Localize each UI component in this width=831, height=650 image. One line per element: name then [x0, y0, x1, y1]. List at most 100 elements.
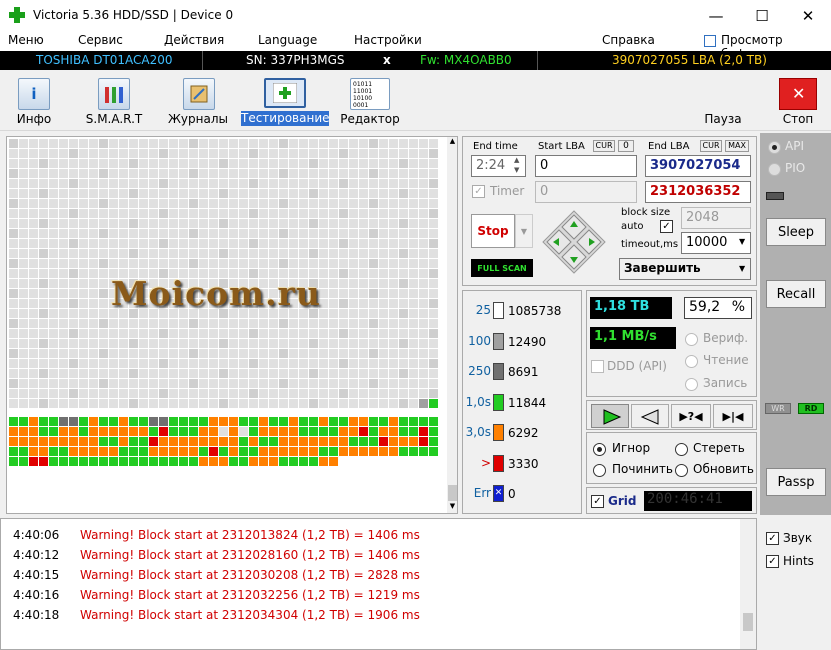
window-title: Victoria 5.36 HDD/SSD | Device 0	[33, 8, 234, 22]
block-size-select[interactable]: 2048	[681, 207, 751, 229]
scan-block	[49, 309, 58, 318]
sound-checkbox[interactable]: ✓	[766, 532, 779, 545]
stop-dropdown-icon[interactable]: ▼	[515, 214, 533, 248]
scan-block	[399, 139, 408, 148]
repair-radio[interactable]	[593, 464, 606, 477]
scan-block	[239, 457, 248, 466]
info-button-label[interactable]: Инфо	[10, 112, 58, 126]
butterfly-button[interactable]: ▶|◀	[713, 404, 753, 428]
read-radio[interactable]	[685, 355, 698, 368]
refresh-radio[interactable]	[675, 464, 688, 477]
journals-icon[interactable]	[183, 78, 215, 110]
scan-block	[89, 437, 98, 446]
smart-button-label[interactable]: S.M.A.R.T	[82, 112, 146, 126]
scan-block	[299, 359, 308, 368]
scan-block	[9, 359, 18, 368]
scan-block	[199, 229, 208, 238]
scan-block	[259, 189, 268, 198]
timer-checkbox[interactable]: ✓	[472, 185, 485, 198]
scan-block	[329, 209, 338, 218]
scan-block	[129, 359, 138, 368]
scan-block	[279, 229, 288, 238]
chevron-down-icon[interactable]: ▼	[739, 264, 745, 273]
recall-button[interactable]: Recall	[766, 280, 826, 308]
scan-block	[79, 239, 88, 248]
sleep-button[interactable]: Sleep	[766, 218, 826, 246]
scan-block	[219, 169, 228, 178]
spin-down-icon[interactable]: ▼	[514, 166, 519, 174]
spin-up-icon[interactable]: ▲	[514, 156, 519, 164]
drive-close-button[interactable]: x	[383, 53, 391, 67]
scan-block	[259, 349, 268, 358]
scan-block	[349, 239, 358, 248]
start-cur-button[interactable]: CUR	[593, 140, 615, 152]
ignore-radio[interactable]	[593, 443, 606, 456]
menu-language[interactable]: Language	[258, 33, 317, 47]
scan-block	[19, 229, 28, 238]
menu-service[interactable]: Сервис	[78, 33, 123, 47]
start-zero-button[interactable]: 0	[618, 140, 634, 152]
log-scrollbar-thumb[interactable]	[743, 613, 753, 631]
end-max-button[interactable]: MAX	[725, 140, 749, 152]
play-forward-button[interactable]	[591, 404, 629, 428]
verify-radio[interactable]	[685, 333, 698, 346]
maximize-button[interactable]: ☐	[739, 0, 785, 31]
scan-block	[99, 379, 108, 388]
start-lba-input[interactable]: 0	[535, 155, 637, 177]
menu-actions[interactable]: Действия	[164, 33, 224, 47]
menu-main[interactable]: Меню	[8, 33, 44, 47]
scan-block	[169, 209, 178, 218]
editor-icon[interactable]: 01011 11001 10100 0001	[350, 78, 390, 110]
scan-block	[199, 179, 208, 188]
stop-scan-button[interactable]: Stop	[471, 214, 515, 248]
write-radio[interactable]	[685, 378, 698, 391]
scan-block	[159, 229, 168, 238]
scan-block	[79, 189, 88, 198]
close-button[interactable]: ✕	[785, 0, 831, 31]
auto-checkbox[interactable]: ✓	[660, 220, 673, 233]
scan-block	[9, 329, 18, 338]
timer-input[interactable]: 0	[535, 181, 637, 203]
stop-icon[interactable]: ✕	[779, 78, 817, 110]
smart-icon[interactable]	[98, 78, 130, 110]
end-cur-button[interactable]: CUR	[700, 140, 722, 152]
grid-scrollbar[interactable]: ▲ ▼	[447, 137, 457, 513]
menu-help[interactable]: Справка	[602, 33, 655, 47]
menu-settings[interactable]: Настройки	[354, 33, 422, 47]
scan-block	[119, 159, 128, 168]
passp-button[interactable]: Passp	[766, 468, 826, 496]
scan-block	[169, 427, 178, 436]
chevron-down-icon[interactable]: ▼	[739, 237, 745, 246]
direction-pad-icon[interactable]	[541, 209, 607, 275]
random-seek-button[interactable]: ▶?◀	[671, 404, 711, 428]
pio-radio[interactable]	[768, 163, 781, 176]
info-icon[interactable]: i	[18, 78, 50, 110]
ddd-checkbox[interactable]	[591, 360, 604, 373]
log-scrollbar[interactable]	[740, 519, 756, 649]
editor-button-label[interactable]: Редактор	[340, 112, 400, 126]
scan-block	[9, 457, 18, 466]
drive-model[interactable]: TOSHIBA DT01ACA200	[36, 53, 173, 67]
play-backward-button[interactable]	[631, 404, 669, 428]
scan-block	[369, 319, 378, 328]
scan-block	[369, 399, 378, 408]
end-lba-label: End LBA	[648, 141, 690, 152]
scan-block	[69, 199, 78, 208]
erase-radio[interactable]	[675, 443, 688, 456]
minimize-button[interactable]: —	[693, 0, 739, 31]
testing-tab[interactable]: Тестирование	[241, 111, 330, 126]
api-radio[interactable]	[768, 141, 781, 154]
finish-action-select[interactable]: Завершить	[619, 258, 751, 280]
full-scan-indicator[interactable]: FULL SCAN	[471, 259, 533, 277]
scan-block	[299, 179, 308, 188]
end-lba-input[interactable]: 3907027054	[645, 155, 751, 177]
scan-block	[269, 359, 278, 368]
scan-block	[319, 389, 328, 398]
testing-icon[interactable]	[264, 78, 306, 108]
scan-block	[289, 379, 298, 388]
grid-checkbox[interactable]: ✓	[591, 495, 604, 508]
scan-block	[249, 329, 258, 338]
hints-checkbox[interactable]: ✓	[766, 555, 779, 568]
journals-button-label[interactable]: Журналы	[168, 112, 228, 126]
scrollbar-thumb[interactable]	[448, 485, 457, 501]
